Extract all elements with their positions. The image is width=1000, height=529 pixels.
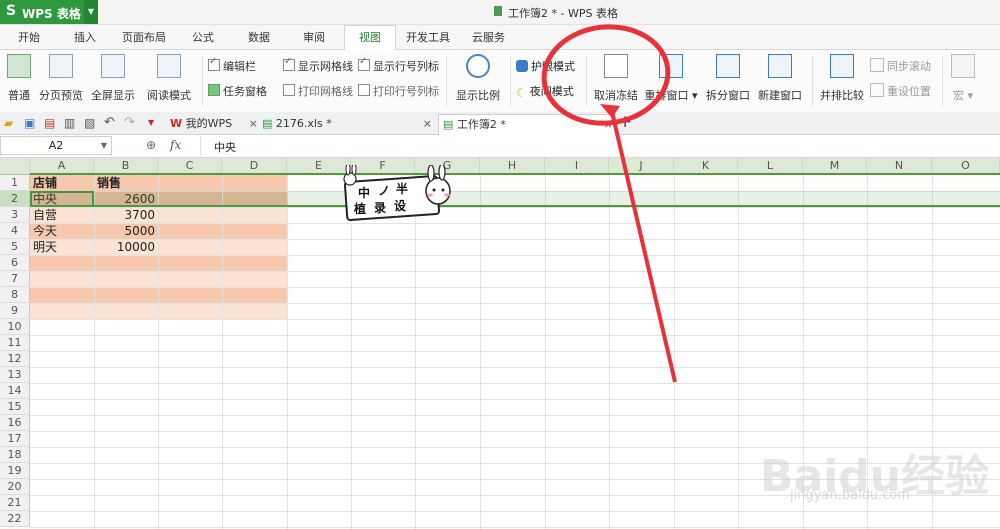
annotation-circle — [541, 24, 671, 126]
baidu-watermark-url: jingyan.baidu.com — [790, 488, 910, 503]
annotation-arrow-head — [600, 104, 620, 118]
annotation-arrow-line — [610, 111, 677, 383]
